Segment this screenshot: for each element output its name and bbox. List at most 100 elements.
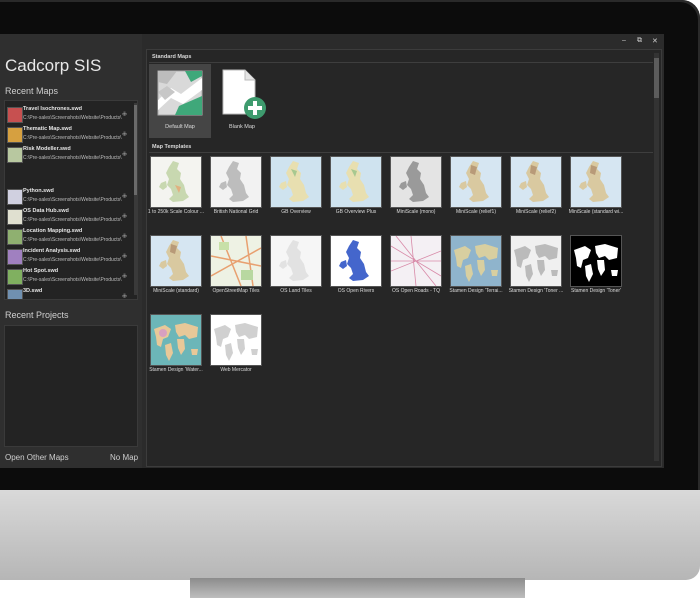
recent-map-path: C:\Pre-sales\Screenshots\Website\Product… bbox=[23, 115, 122, 121]
standard-maps-label: Standard Maps bbox=[152, 54, 192, 60]
map-template-item[interactable]: MiniScale (mono) bbox=[390, 156, 442, 220]
template-caption: British National Grid bbox=[213, 209, 259, 215]
recent-map-path: C:\Pre-sales\Screenshots\Website\Product… bbox=[23, 237, 122, 243]
template-thumbnail bbox=[450, 156, 502, 208]
map-template-item[interactable]: Stamen Design 'Water... bbox=[149, 314, 203, 378]
recent-map-name: Travel Isochrones.swd bbox=[23, 106, 82, 112]
pin-icon[interactable]: ✙ bbox=[122, 233, 127, 240]
blank-map-item[interactable]: Blank Map bbox=[211, 64, 273, 138]
recent-map-path: C:\Pre-sales\Screenshots\Website\Product… bbox=[23, 217, 122, 223]
template-thumbnail bbox=[390, 235, 442, 287]
template-caption: MiniScale (relief2) bbox=[515, 209, 556, 215]
recent-map-item[interactable]: Location Mapping.swd C:\Pre-sales\Screens… bbox=[5, 227, 131, 247]
recent-map-path: C:\Pre-sales\Screenshots\Website\Product… bbox=[23, 197, 122, 203]
recent-map-name: Hot Spot.swd bbox=[23, 268, 59, 274]
pin-icon[interactable]: ✙ bbox=[122, 273, 127, 280]
map-template-item[interactable]: Stamen Design 'Toner ... bbox=[509, 235, 563, 299]
template-caption: MiniScale (standard) bbox=[153, 288, 199, 294]
open-other-maps-link[interactable]: Open Other Maps bbox=[5, 453, 69, 462]
template-thumbnail bbox=[390, 156, 442, 208]
template-thumbnail bbox=[210, 235, 262, 287]
pin-icon[interactable]: ✙ bbox=[122, 193, 127, 200]
map-template-item[interactable]: Stamen Design 'Terrai... bbox=[449, 235, 503, 299]
recent-map-item[interactable]: Hot Spot.swd C:\Pre-sales\Screenshots\Web… bbox=[5, 267, 131, 287]
recent-map-item[interactable]: Incident Analysis.swd C:\Pre-sales\Screen… bbox=[5, 247, 131, 267]
app-title: Cadcorp SIS bbox=[5, 56, 102, 75]
template-caption: Stamen Design 'Toner' bbox=[571, 288, 621, 294]
pin-icon[interactable]: ✙ bbox=[122, 131, 127, 138]
template-caption: Web Mercator bbox=[220, 367, 252, 373]
default-map-item[interactable]: Default Map bbox=[149, 64, 211, 138]
template-thumbnail bbox=[510, 235, 562, 287]
map-template-item[interactable]: MiniScale (standard) bbox=[150, 235, 202, 299]
map-template-item[interactable]: MiniScale (standard wi... bbox=[569, 156, 623, 220]
recent-maps-title: Recent Maps bbox=[5, 86, 59, 96]
recent-map-path: C:\Pre-sales\Screenshots\Website\Product… bbox=[23, 155, 122, 161]
map-template-item[interactable]: Stamen Design 'Toner' bbox=[570, 235, 622, 299]
template-caption: OS Open Rivers bbox=[337, 288, 375, 294]
map-thumbnail bbox=[7, 249, 23, 265]
map-template-item[interactable]: OpenStreetMap Tiles bbox=[210, 235, 262, 299]
close-button[interactable]: ✕ bbox=[652, 37, 658, 45]
map-template-item[interactable]: GB Overview bbox=[270, 156, 322, 220]
minimize-button[interactable]: – bbox=[622, 37, 626, 44]
recent-map-item[interactable]: Travel Isochrones.swd C:\Pre-sales\Screen… bbox=[5, 105, 131, 125]
map-template-item[interactable]: Web Mercator bbox=[210, 314, 262, 378]
recent-map-name: Risk Modeller.swd bbox=[23, 146, 71, 152]
blank-map-caption: Blank Map bbox=[229, 124, 255, 130]
recent-map-name: OS Data Hub.swd bbox=[23, 208, 69, 214]
map-template-item[interactable]: GB Overview Plus bbox=[330, 156, 382, 220]
map-thumbnail bbox=[7, 289, 23, 299]
pin-icon[interactable]: ✙ bbox=[122, 213, 127, 220]
pin-icon[interactable]: ✙ bbox=[122, 111, 127, 118]
template-thumbnail bbox=[570, 156, 622, 208]
gallery-scrollbar[interactable] bbox=[654, 53, 659, 461]
template-caption: Stamen Design 'Terrai... bbox=[449, 288, 503, 294]
template-caption: MiniScale (standard wi... bbox=[568, 209, 624, 215]
recent-map-item[interactable]: 3D.swd ✙ bbox=[5, 287, 131, 299]
map-template-item[interactable]: OS Open Rivers bbox=[330, 235, 382, 299]
default-map-caption: Default Map bbox=[165, 124, 195, 130]
restore-button[interactable]: ⧉ bbox=[637, 37, 642, 45]
template-thumbnail bbox=[450, 235, 502, 287]
map-template-item[interactable]: OS Open Roads - TQ bbox=[390, 235, 442, 299]
template-thumbnail bbox=[150, 235, 202, 287]
gallery-scroll-thumb[interactable] bbox=[654, 58, 659, 98]
map-template-item[interactable]: OS Land Tiles bbox=[270, 235, 322, 299]
map-template-item[interactable]: British National Grid bbox=[210, 156, 262, 220]
template-caption: MiniScale (mono) bbox=[396, 209, 436, 215]
recent-maps-list: Travel Isochrones.swd C:\Pre-sales\Screen… bbox=[4, 100, 138, 300]
template-caption: 1 to 250k Scale Colour ... bbox=[147, 209, 205, 215]
monitor: – ⧉ ✕ Cadcorp SIS Recent Maps Travel Iso… bbox=[0, 0, 700, 598]
pin-icon[interactable]: ✙ bbox=[122, 151, 127, 158]
monitor-chin bbox=[0, 490, 700, 580]
template-caption: Stamen Design 'Water... bbox=[149, 367, 203, 373]
template-thumbnail bbox=[270, 156, 322, 208]
recent-map-item[interactable]: Risk Modeller.swd C:\Pre-sales\Screenshot… bbox=[5, 145, 131, 165]
pin-icon[interactable]: ✙ bbox=[122, 253, 127, 260]
map-templates-label: Map Templates bbox=[152, 144, 192, 150]
map-thumbnail bbox=[7, 127, 23, 143]
recent-map-name: Location Mapping.swd bbox=[23, 228, 83, 234]
recent-projects-list bbox=[4, 325, 138, 447]
map-template-item[interactable]: MiniScale (relief1) bbox=[450, 156, 502, 220]
template-caption: GB Overview bbox=[281, 209, 311, 215]
template-caption: OpenStreetMap Tiles bbox=[212, 288, 260, 294]
template-thumbnail bbox=[510, 156, 562, 208]
recent-maps-scroll-thumb[interactable] bbox=[134, 105, 137, 195]
no-map-link[interactable]: No Map bbox=[110, 453, 138, 462]
template-caption: GB Overview Plus bbox=[335, 209, 377, 215]
map-thumbnail bbox=[7, 189, 23, 205]
recent-map-item[interactable]: OS Data Hub.swd C:\Pre-sales\Screenshots\… bbox=[5, 207, 131, 227]
template-caption: Stamen Design 'Toner ... bbox=[508, 288, 564, 294]
recent-map-name: Thematic Map.swd bbox=[23, 126, 72, 132]
template-thumbnail bbox=[150, 156, 202, 208]
map-template-item[interactable]: 1 to 250k Scale Colour ... bbox=[148, 156, 204, 220]
recent-map-item[interactable]: Python.swd C:\Pre-sales\Screenshots\Websi… bbox=[5, 187, 131, 207]
map-thumbnail bbox=[7, 269, 23, 285]
recent-map-path: C:\Pre-sales\Screenshots\Website\Product… bbox=[23, 277, 122, 283]
recent-map-item[interactable]: Thematic Map.swd C:\Pre-sales\Screenshots… bbox=[5, 125, 131, 145]
pin-icon[interactable]: ✙ bbox=[122, 293, 127, 299]
recent-map-path: C:\Pre-sales\Screenshots\Website\Product… bbox=[23, 257, 122, 263]
map-template-item[interactable]: MiniScale (relief2) bbox=[510, 156, 562, 220]
